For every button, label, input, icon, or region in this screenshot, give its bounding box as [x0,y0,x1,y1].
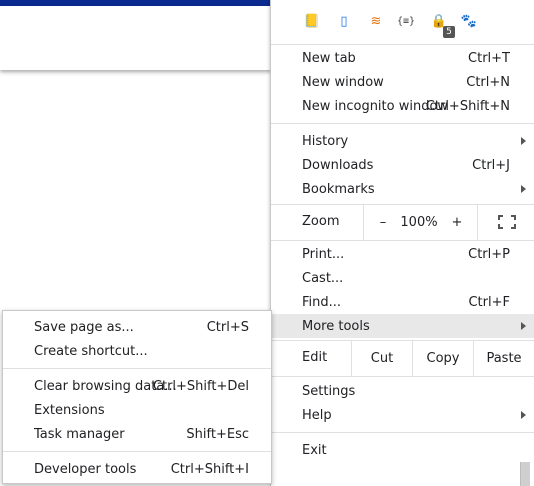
submenu-arrow-icon [521,322,526,330]
menu-item-shortcut: Ctrl+F [468,294,510,310]
extensions-toolbar: 📒 ▯ ≋ {≡} 🔒 5 🐾 [271,0,534,40]
submenu-item-save-page-as[interactable]: Save page as... Ctrl+S [3,315,271,339]
separator [271,123,534,124]
menu-item-label: Exit [302,442,327,458]
plus-icon: + [451,214,463,230]
menu-item-label: Cast... [302,270,344,286]
minus-icon: – [379,214,387,230]
divider [363,204,364,240]
lock-extension-icon[interactable]: 🔒 5 [428,10,455,38]
menu-item-label: Print... [302,246,345,262]
menu-item-cast[interactable]: Cast... [271,266,534,290]
separator [271,44,534,45]
menu-item-help[interactable]: Help [271,403,534,427]
more-tools-submenu: Save page as... Ctrl+S Create shortcut..… [2,310,272,484]
menu-item-label: More tools [302,318,370,334]
menu-item-label: Task manager [34,426,125,442]
menu-item-label: Downloads [302,157,374,173]
gnome-foot-icon[interactable]: 🐾 [458,10,480,32]
separator [3,368,271,369]
submenu-item-create-shortcut[interactable]: Create shortcut... [3,339,271,363]
zoom-value: 100% [400,214,438,230]
menu-item-exit[interactable]: Exit [271,438,534,462]
menu-item-label: Settings [302,383,356,399]
menu-item-shortcut: Ctrl+N [466,74,510,90]
menu-item-label: Extensions [34,402,105,418]
menu-item-label: New window [302,74,384,90]
chrome-main-menu: 📒 ▯ ≋ {≡} 🔒 5 🐾 New tab Ctrl+T New windo… [270,0,534,486]
menu-item-shortcut: Ctrl+Shift+N [425,98,510,114]
note-book-icon[interactable]: 📒 [301,10,323,32]
menu-item-label: Find... [302,294,342,310]
menu-item-history[interactable]: History [271,129,534,153]
page-popup-panel [0,6,272,70]
menu-item-shortcut: Ctrl+Shift+Del [152,378,249,394]
menu-item-label: History [302,133,349,149]
menu-item-label: Bookmarks [302,181,375,197]
menu-item-label: New tab [302,50,356,66]
submenu-item-extensions[interactable]: Extensions [3,398,271,422]
submenu-item-task-manager[interactable]: Task manager Shift+Esc [3,422,271,446]
menu-item-shortcut: Ctrl+P [468,246,510,262]
menu-item-more-tools[interactable]: More tools [271,314,534,338]
separator [271,376,534,377]
copy-label: Copy [426,350,460,366]
fullscreen-button[interactable] [479,204,534,240]
menu-item-label: Developer tools [34,461,137,477]
cut-button[interactable]: Cut [352,340,412,376]
json-formatter-icon[interactable]: {≡} [395,10,417,32]
cut-label: Cut [370,350,394,366]
zoom-label: Zoom [302,214,340,229]
menu-item-print[interactable]: Print... Ctrl+P [271,242,534,266]
pinned-bookmark-icon[interactable]: ▯ [333,10,355,32]
submenu-arrow-icon [521,185,526,193]
separator [271,432,534,433]
menu-item-shortcut: Shift+Esc [186,426,249,442]
divider [477,204,478,240]
separator [271,240,534,241]
extension-badge: 5 [443,26,455,38]
menu-item-downloads[interactable]: Downloads Ctrl+J [271,153,534,177]
menu-item-new-tab[interactable]: New tab Ctrl+T [271,46,534,70]
edit-label: Edit [302,350,328,365]
menu-item-bookmarks[interactable]: Bookmarks [271,177,534,201]
edit-row: Edit Cut Copy Paste [271,340,534,376]
zoom-out-button[interactable]: – [371,204,395,240]
menu-item-new-window[interactable]: New window Ctrl+N [271,70,534,94]
menu-item-label: Save page as... [34,319,134,335]
menu-item-shortcut: Ctrl+J [472,157,510,173]
submenu-arrow-icon [521,411,526,419]
menu-item-shortcut: Ctrl+Shift+I [170,461,249,477]
rss-feed-icon[interactable]: ≋ [365,10,387,32]
menu-item-label: Create shortcut... [34,343,148,359]
submenu-arrow-icon [521,137,526,145]
menu-item-settings[interactable]: Settings [271,379,534,403]
paste-label: Paste [486,350,522,366]
menu-item-find[interactable]: Find... Ctrl+F [271,290,534,314]
zoom-row: Zoom – 100% + [271,204,534,240]
copy-button[interactable]: Copy [413,340,473,376]
zoom-in-button[interactable]: + [445,204,469,240]
separator [3,451,271,452]
fullscreen-icon [498,215,516,229]
zoom-level: 100% [395,204,443,240]
scrollbar[interactable] [520,462,530,486]
paste-button[interactable]: Paste [474,340,534,376]
submenu-item-clear-browsing-data[interactable]: Clear browsing data... Ctrl+Shift+Del [3,374,271,398]
menu-item-shortcut: Ctrl+S [206,319,249,335]
menu-item-new-incognito-window[interactable]: New incognito window Ctrl+Shift+N [271,94,534,118]
menu-item-shortcut: Ctrl+T [468,50,510,66]
menu-item-label: Help [302,407,332,423]
submenu-item-developer-tools[interactable]: Developer tools Ctrl+Shift+I [3,457,271,481]
